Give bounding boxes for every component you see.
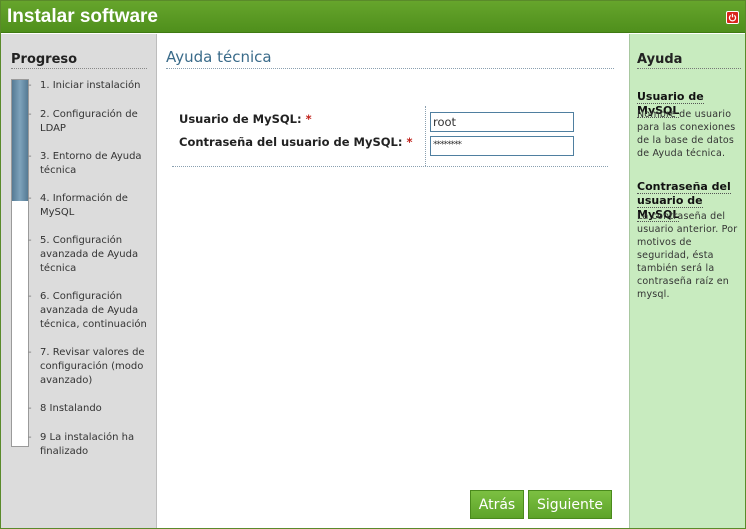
progress-step: -1. Iniciar instalación (28, 80, 141, 91)
progress-bar-fill (12, 80, 28, 201)
mysql-form: Usuario de MySQL: * root Contraseña del … (172, 106, 608, 167)
form-divider (425, 106, 426, 166)
progress-step: -5. Configuración avanzada de Ayuda técn… (28, 235, 139, 274)
main-panel: Ayuda técnica Usuario de MySQL: * root C… (158, 34, 628, 528)
help-panel: Ayuda Usuario de MySQL Nombre de usuario… (629, 34, 745, 528)
progress-bar (11, 79, 29, 447)
progress-step: -7. Revisar valores de configuración (mo… (28, 347, 145, 386)
progress-heading: Progreso (11, 52, 147, 69)
help-item-text: La contraseña del usuario anterior. Por … (637, 211, 738, 300)
power-icon[interactable] (726, 11, 739, 24)
progress-step-current: -4. Información de MySQL (28, 193, 128, 218)
mysql-user-input[interactable]: root (430, 112, 574, 132)
mysql-password-label: Contraseña del usuario de MySQL: * (179, 135, 413, 149)
progress-panel: Progreso -1. Iniciar instalación -2. Con… (1, 34, 157, 528)
progress-step: -6. Configuración avanzada de Ayuda técn… (28, 291, 147, 330)
help-heading: Ayuda (637, 52, 741, 69)
mysql-password-input[interactable]: ******** (430, 136, 574, 156)
mysql-user-label: Usuario de MySQL: * (179, 112, 312, 126)
window-title: Instalar software (7, 6, 158, 27)
page-title: Ayuda técnica (166, 48, 614, 69)
progress-step: -9 La instalación ha finalizado (28, 432, 135, 457)
next-button[interactable]: Siguiente (528, 490, 612, 519)
back-button[interactable]: Atrás (470, 490, 524, 519)
progress-step: -8 Instalando (28, 403, 102, 414)
title-bar: Instalar software (1, 1, 745, 33)
progress-step: -2. Configuración de LDAP (28, 109, 138, 134)
help-item-text: Nombre de usuario para las conexiones de… (637, 109, 736, 159)
installer-window: Instalar software Progreso -1. Iniciar i… (0, 0, 746, 529)
progress-step: -3. Entorno de Ayuda técnica (28, 151, 142, 176)
